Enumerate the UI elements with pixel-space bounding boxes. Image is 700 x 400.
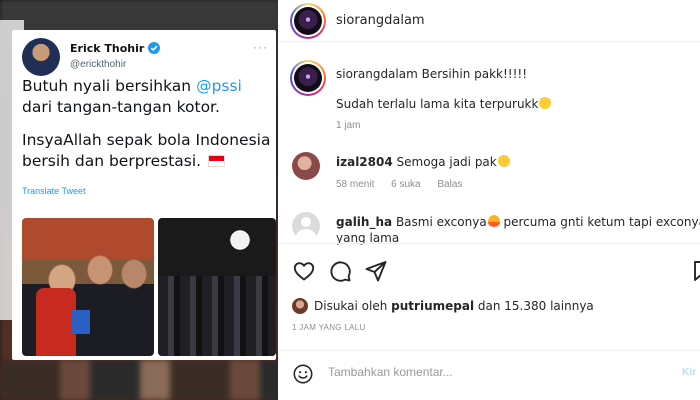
tweet-author-handle[interactable]: @erickthohir (70, 59, 126, 70)
fire-emoji-icon (487, 215, 500, 227)
likes-count-link[interactable]: dan 15.380 lainnya (478, 299, 594, 313)
likes-summary: Disukai oleh putriumepal dan 15.380 lain… (292, 298, 594, 314)
comment-username[interactable]: izal2804 (336, 155, 393, 169)
reply-button[interactable]: Balas (437, 179, 462, 190)
comment-text-cont: percuma gnti ketum tapi exconya (503, 215, 700, 229)
caption-username[interactable]: siorangdalam (336, 67, 418, 81)
comment-text: Basmi exconya (395, 215, 487, 229)
add-comment-input[interactable] (328, 365, 668, 379)
photo-figure (36, 288, 76, 356)
tweet-text-part: InsyaAllah sepak bola Indonesia bersih d… (22, 131, 271, 170)
post-comment-button[interactable]: Kir (682, 367, 696, 378)
comment-username[interactable]: galih_ha (336, 215, 392, 229)
send-icon[interactable] (364, 259, 388, 283)
translate-tweet-link[interactable]: Translate Tweet (22, 186, 86, 196)
tweet-mention-link[interactable]: @pssi (196, 77, 242, 95)
post-timestamp[interactable]: 1 JAM YANG LALU (292, 323, 366, 332)
smile-emoji-icon (497, 155, 510, 167)
photo-crowd (158, 276, 276, 356)
tweet-card: Erick Thohir @erickthohir ··· Butuh nyal… (12, 30, 276, 360)
likes-user-link[interactable]: putriumepal (391, 299, 474, 313)
likes-prefix: Disukai oleh (314, 299, 388, 313)
avatar[interactable] (290, 3, 326, 39)
bookmark-icon[interactable] (690, 259, 700, 283)
comment-likes[interactable]: 6 suka (391, 179, 420, 190)
photo-document (72, 310, 90, 334)
tweet-photo-2[interactable] (158, 218, 276, 356)
indonesia-flag-icon (208, 155, 226, 167)
tweet-text-part: Butuh nyali bersihkan (22, 77, 197, 95)
post-actions-bar (278, 255, 700, 287)
tweet-author-name[interactable]: Erick Thohir (70, 42, 144, 55)
add-comment-bar: Kir (278, 350, 700, 400)
caption-line-2: Sudah terlalu lama kita terpurukk (336, 97, 552, 111)
comment-icon[interactable] (328, 259, 352, 283)
smile-icon[interactable] (292, 363, 314, 385)
avatar[interactable] (22, 38, 60, 76)
tweet-photo-1[interactable] (22, 218, 154, 356)
comment-line: izal2804 Semoga jadi pak (336, 155, 510, 169)
avatar[interactable] (292, 298, 308, 314)
tweet-paragraph-1: Butuh nyali bersihkan @pssi dari tangan-… (22, 76, 272, 118)
post-header: siorangdalam (278, 0, 700, 42)
instagram-post-panel: siorangdalam siorangdalam Bersihin pakk!… (278, 0, 700, 400)
heart-icon[interactable] (292, 259, 316, 283)
avatar[interactable] (292, 212, 320, 240)
comment-line: galih_ha Basmi exconya percuma gnti ketu… (336, 215, 700, 229)
caption-text: Bersihin pakk!!!!! (421, 67, 528, 81)
smile-emoji-icon (539, 97, 552, 109)
post-author-username[interactable]: siorangdalam (336, 13, 425, 28)
comment-meta: 58 menit 6 suka Balas (336, 179, 476, 190)
comment-text: Semoga jadi pak (396, 155, 497, 169)
tweet-paragraph-2: InsyaAllah sepak bola Indonesia bersih d… (22, 130, 272, 172)
caption-text-2: Sudah terlalu lama kita terpurukk (336, 97, 539, 111)
avatar[interactable] (292, 152, 320, 180)
tweet-text: Butuh nyali bersihkan @pssi dari tangan-… (22, 76, 272, 172)
avatar[interactable] (290, 60, 326, 96)
tweet-text-part: dari tangan-tangan kotor. (22, 98, 220, 116)
caption-meta: 1 jam (336, 120, 374, 131)
divider (278, 243, 700, 244)
caption-line-1: siorangdalam Bersihin pakk!!!!! (336, 67, 527, 81)
more-icon[interactable]: ··· (253, 40, 268, 54)
tweet-header: Erick Thohir @erickthohir ··· (22, 38, 272, 78)
verified-badge-icon (148, 42, 160, 54)
comment-time[interactable]: 58 menit (336, 179, 374, 190)
caption-time[interactable]: 1 jam (336, 120, 360, 131)
